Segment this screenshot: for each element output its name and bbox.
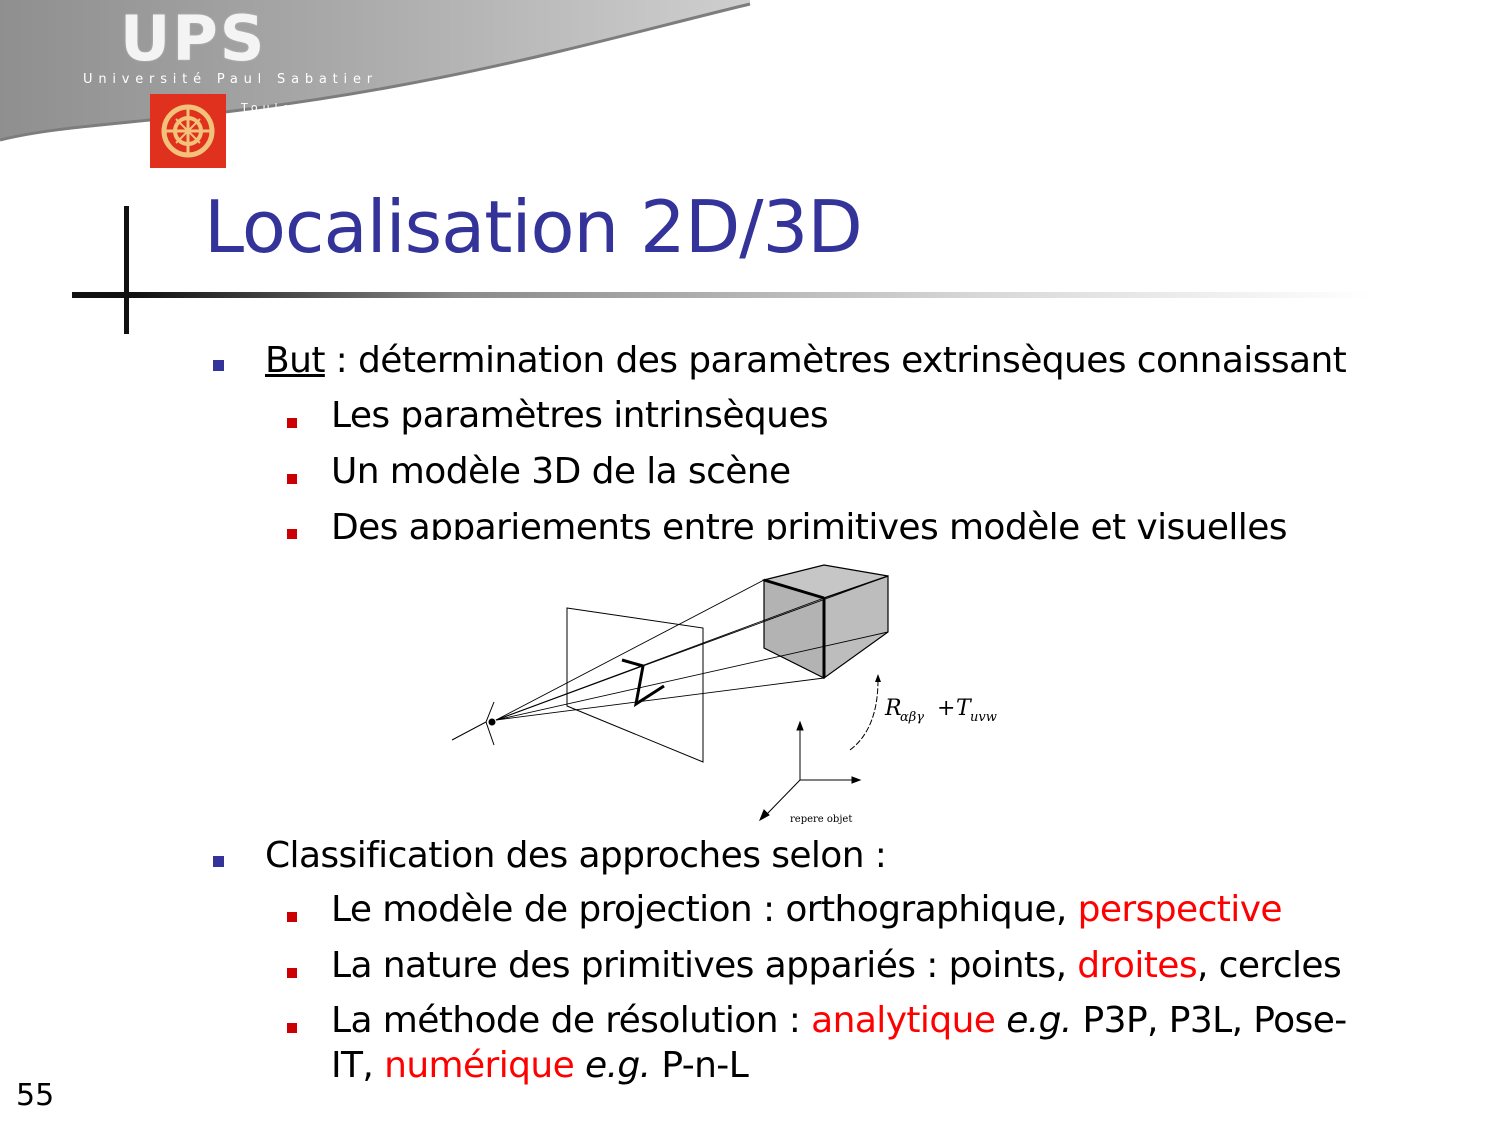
subitem-projection-text: Le modèle de projection : orthographique… xyxy=(331,889,1078,930)
subitem-projection-model: Le modèle de projection : orthographique… xyxy=(331,888,1283,932)
highlight-droites: droites xyxy=(1077,945,1197,986)
subitem-intrinsic: Les paramètres intrinsèques xyxy=(331,395,829,436)
bullet-goal: But : détermination des paramètres extri… xyxy=(265,339,1347,383)
subitem-resolution-text: La méthode de résolution : xyxy=(331,1000,812,1041)
university-emblem-icon xyxy=(150,94,226,168)
bullet-goal-label: But xyxy=(265,340,325,381)
projected-edges xyxy=(621,658,665,708)
formula-R: R xyxy=(884,696,902,721)
highlight-analytique: analytique xyxy=(811,1000,996,1041)
formula-T-sub: uvw xyxy=(970,710,997,725)
sub-bullet-marker xyxy=(287,912,297,922)
slide-number: 55 xyxy=(16,1078,55,1113)
eg-1: e.g. xyxy=(1006,1000,1072,1041)
title-rule-horizontal xyxy=(72,292,1372,298)
subitem-primitives: La nature des primitives appariés : poin… xyxy=(331,944,1342,988)
sub-bullet-marker xyxy=(287,418,297,428)
subitem-resolution-line2-tail: P-n-L xyxy=(650,1045,749,1086)
subitem-3d-model: Un modèle 3D de la scène xyxy=(331,451,791,492)
sub-bullet-marker xyxy=(287,968,297,978)
formula-plus: + xyxy=(937,696,955,721)
bullet-classification: Classification des approches selon : xyxy=(265,835,887,876)
sub-bullet-marker xyxy=(287,529,297,539)
subitem-primitives-tail: , cercles xyxy=(1196,945,1342,986)
formula-R-sub: αβγ xyxy=(900,710,924,725)
frame-label: repere objet xyxy=(790,814,852,825)
subitem-primitives-text: La nature des primitives appariés : poin… xyxy=(331,945,1078,986)
object-frame-axes xyxy=(759,720,862,822)
sub-bullet-marker xyxy=(287,474,297,484)
eg-2: e.g. xyxy=(585,1045,651,1086)
subitem-resolution-line2-text: IT, xyxy=(331,1045,385,1086)
bullet-marker xyxy=(213,856,224,867)
header-swoosh xyxy=(0,0,751,142)
university-name: Université Paul Sabatier xyxy=(83,72,378,87)
slide-title: Localisation 2D/3D xyxy=(204,185,863,269)
bullet-marker xyxy=(213,360,224,371)
title-rule-vertical xyxy=(124,206,129,334)
logo-text: UPS xyxy=(120,2,267,75)
transform-arc xyxy=(849,679,879,751)
pose-diagram: R αβγ + T uvw repere objet xyxy=(451,564,997,825)
bullet-goal-text: : détermination des paramètres extrinsèq… xyxy=(324,340,1347,381)
highlight-numerique: numérique xyxy=(384,1045,575,1086)
university-city: Toulouse 3 xyxy=(241,101,350,114)
subitem-resolution-examples: P3P, P3L, Pose- xyxy=(1071,1000,1348,1041)
subitem-resolution-line2: IT, numérique e.g. P-n-L xyxy=(331,1044,749,1088)
sub-bullet-marker xyxy=(287,1023,297,1033)
highlight-perspective: perspective xyxy=(1077,889,1283,930)
camera-icon xyxy=(451,701,496,746)
subitem-resolution-line1: La méthode de résolution : analytique e.… xyxy=(331,999,1347,1043)
image-plane xyxy=(566,607,704,763)
